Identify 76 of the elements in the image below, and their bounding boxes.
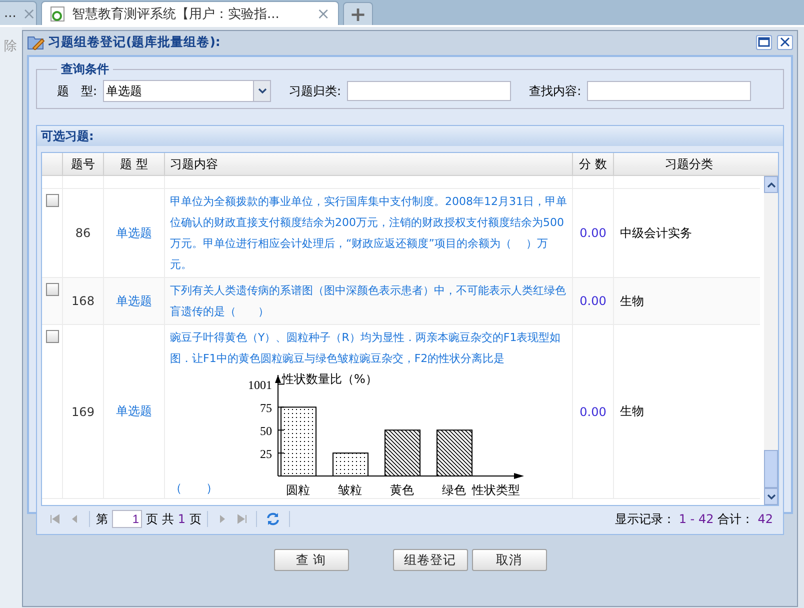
total-label: 合计： [718, 510, 754, 528]
category-text: 生物 [620, 403, 644, 420]
dialog-button[interactable]: 查 询 [274, 549, 348, 571]
question-type: 单选题 [116, 403, 152, 420]
field-label: 查找内容: [529, 82, 582, 100]
category-label: 圆粒 [286, 483, 310, 496]
browser-page-icon [50, 6, 66, 22]
new-tab-button[interactable]: + [343, 2, 373, 25]
vertical-scrollbar[interactable] [764, 176, 778, 505]
answer-blank: （ ） [170, 480, 218, 496]
question-text: 豌豆子叶得黄色（Y）、圆粒种子（R）均为显性．两亲本豌豆杂交的F1表现型如图．让F1中的黄色圆粒豌豆与绿色皱粒豌豆杂交，F2的性状分离比是 [170, 331, 561, 365]
dialog-button[interactable]: 组卷登记 [392, 549, 468, 571]
category-label: 黄色 [390, 483, 414, 496]
page-label: 页 共 [146, 510, 174, 528]
category-text: 生物 [620, 292, 644, 310]
tick-label: 25 [260, 447, 272, 462]
question-type: 单选题 [116, 292, 152, 310]
panel-title: 可选习题: [37, 126, 783, 146]
edit-form-icon [27, 34, 45, 50]
table-row[interactable]: 169 单选题 豌豆子叶得黄色（Y）、圆粒种子（R）均为显性．两亲本豌豆杂交的F1表现型如图．让F1中的黄色圆粒豌豆与绿色皱粒豌豆杂交，F2的性状分离比是 （ ） 性状数量比（%） 25 50 75 1001 圆粒 皱粒 黄色 绿色 性状类型 0.00 生物 [42, 325, 760, 499]
chart-bar [436, 430, 472, 476]
table-row[interactable]: 86 单选题 甲单位为全额拨款的事业单位，实行国库集中支付制度。2008年12月31日，甲单位确认的财政直接支付额度结余为200万元，注销的财政授权支付额度结余为500万元。甲单位进行相应会计处理后，“财政应返还额度”项目的余额为（ ）万元。 0.00 中级会计实务 [42, 189, 760, 278]
caret-icon[interactable] [258, 88, 267, 94]
question-number: 169 [72, 404, 94, 418]
records-label: 显示记录： [614, 510, 675, 528]
tick-label: 75 [260, 401, 272, 416]
chart-bar [384, 430, 420, 476]
score-value: 0.00 [580, 226, 606, 240]
category-label: 绿色 [442, 483, 466, 496]
toolbar-text: 除 [4, 39, 17, 54]
scroll-up-icon[interactable] [766, 182, 776, 188]
total-count: 42 [758, 512, 773, 526]
tick-label: 1001 [248, 378, 272, 392]
column-header[interactable]: 题号 [62, 153, 103, 175]
question-type: 单选题 [116, 224, 152, 242]
axis-title: 性状数量比（%） [282, 372, 378, 386]
column-header[interactable]: 习题分类 [613, 153, 764, 175]
question-text: 下列有关人类遗传病的系谱图（图中深颜色表示患者）中，不可能表示人类红绿色盲遗传的是（ ） [170, 284, 566, 318]
type-dropdown[interactable]: 单选题 [103, 80, 272, 102]
chart-bar [332, 452, 368, 476]
column-header[interactable]: 习题内容 [164, 153, 572, 175]
column-header[interactable]: 题 型 [103, 153, 164, 175]
input-field[interactable] [587, 81, 752, 101]
input-field[interactable] [347, 81, 512, 101]
category-label: 皱粒 [338, 483, 362, 496]
field-label: 题 型: [57, 82, 98, 100]
tick-label: 50 [260, 424, 272, 438]
close-icon[interactable] [777, 34, 793, 50]
scroll-thumb[interactable] [764, 450, 778, 488]
field-label: 习题归类: [289, 82, 342, 100]
page-label: 页 [189, 510, 202, 528]
axis-title: 性状类型 [472, 483, 520, 496]
column-header[interactable]: 分 数 [572, 153, 613, 175]
page-label: 第 [96, 510, 108, 528]
browser-tab[interactable]: ... × [0, 1, 37, 25]
question-text: 甲单位为全额拨款的事业单位，实行国库集中支付制度。2008年12月31日，甲单位确认的财政直接支付额度结余为200万元，注销的财政授权支付额度结余为500万元。甲单位进行相应会计处理后，“财政应返还额度”项目的余额为（ ）万元。 [170, 195, 567, 271]
page-number-field[interactable]: 1 [112, 510, 142, 528]
row-checkbox[interactable] [46, 330, 58, 343]
question-number: 86 [75, 226, 91, 240]
browser-tab[interactable]: 智慧教育测评系统【用户：实验指... × [41, 1, 339, 25]
dialog-title: 习题组卷登记(题库批量组卷): [48, 34, 220, 50]
panel-legend: 查询条件 [57, 61, 113, 78]
row-checkbox[interactable] [46, 194, 58, 207]
tab-title: 智慧教育测评系统【用户：实验指... [72, 6, 280, 22]
tab-title: ... [4, 6, 16, 21]
chart-bar [280, 406, 316, 476]
category-text: 中级会计实务 [620, 224, 692, 242]
records-range: 1 - 42 [678, 512, 714, 526]
maximize-icon[interactable] [756, 34, 772, 50]
row-checkbox[interactable] [46, 283, 58, 296]
score-value: 0.00 [580, 294, 606, 308]
total-pages: 1 [178, 512, 186, 526]
dialog-button[interactable]: 取消 [472, 549, 546, 571]
scroll-down-icon[interactable] [766, 494, 776, 500]
score-value: 0.00 [580, 404, 606, 418]
question-number: 168 [72, 294, 94, 308]
